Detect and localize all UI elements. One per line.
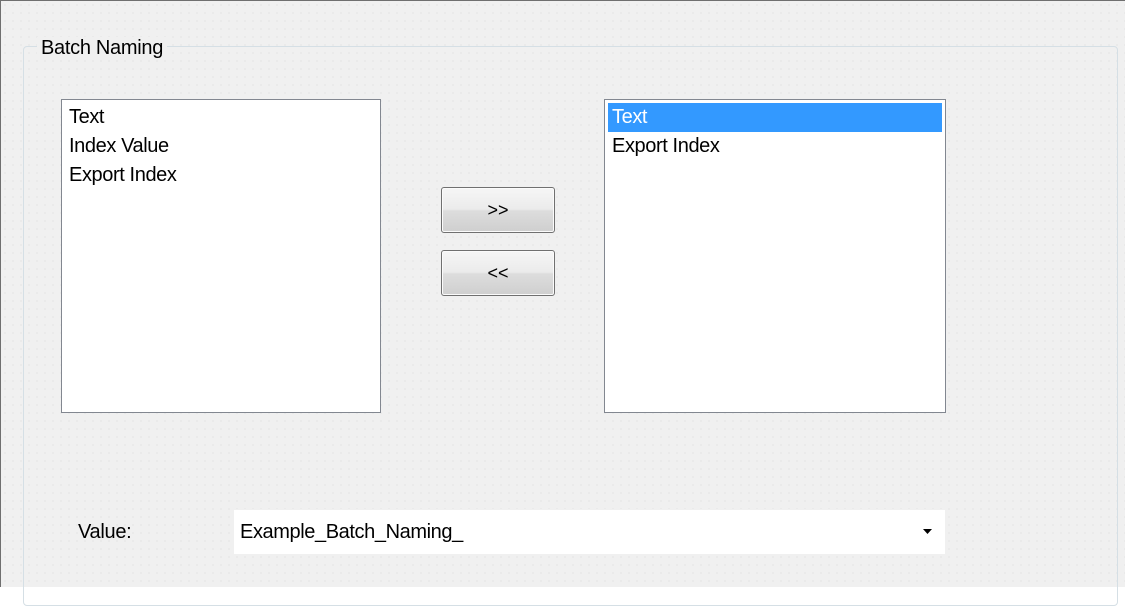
remove-field-button[interactable]: <<	[441, 250, 555, 296]
selected-fields-listbox[interactable]: Text Export Index	[604, 99, 946, 413]
groupbox-title: Batch Naming	[37, 37, 168, 59]
chevron-down-icon	[923, 529, 932, 534]
list-item-text[interactable]: Text	[65, 103, 377, 132]
available-fields-listbox[interactable]: Text Index Value Export Index	[61, 99, 381, 413]
add-field-button[interactable]: >>	[441, 187, 555, 233]
dialog-window: Batch Naming Text Index Value Export Ind…	[0, 0, 1125, 606]
combobox-dropdown-button[interactable]	[911, 510, 945, 554]
list-item-export-index[interactable]: Export Index	[65, 161, 377, 190]
list-item-index-value[interactable]: Index Value	[65, 132, 377, 161]
value-combobox[interactable]: Example_Batch_Naming_	[233, 509, 946, 555]
list-item-text-selected[interactable]: Text	[608, 103, 942, 132]
list-item-export-index[interactable]: Export Index	[608, 132, 942, 161]
value-label: Value:	[78, 521, 132, 543]
value-combobox-text[interactable]: Example_Batch_Naming_	[240, 521, 463, 543]
